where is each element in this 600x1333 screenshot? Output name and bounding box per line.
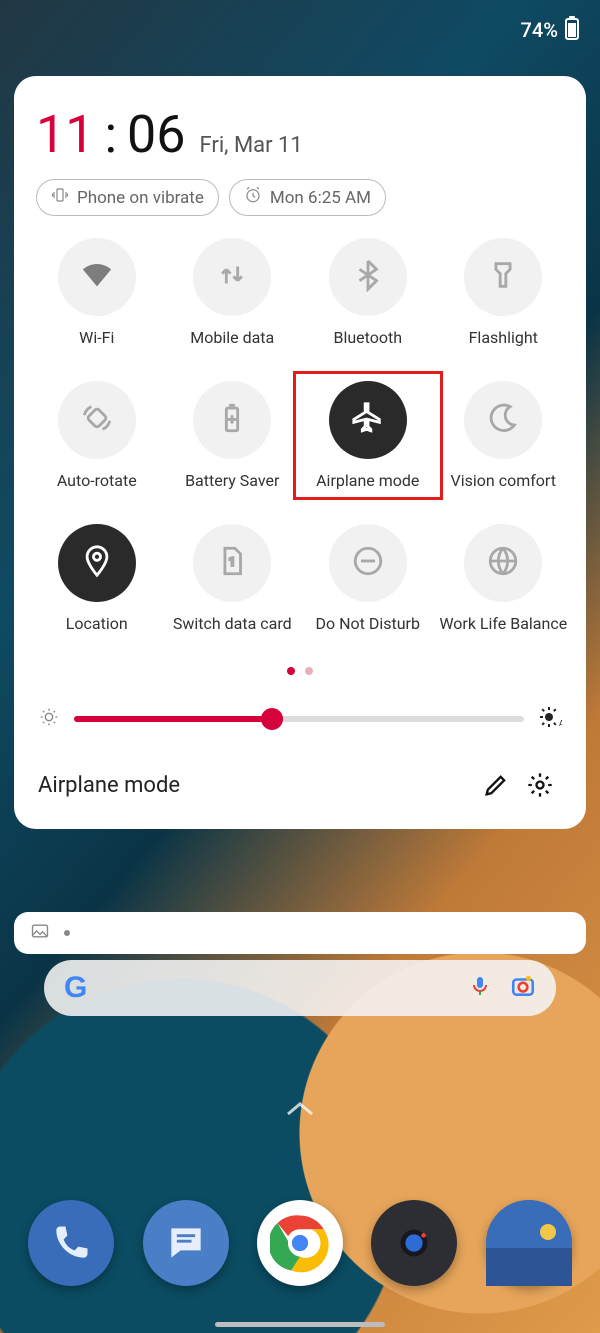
tile-battery-saver[interactable]: Battery Saver (168, 381, 298, 490)
dock (0, 1183, 600, 1303)
tile-label: Battery Saver (185, 471, 279, 490)
tile-flashlight[interactable]: Flashlight (439, 238, 569, 347)
vibrate-icon (51, 186, 69, 209)
phone-app[interactable] (28, 1200, 114, 1286)
tiles-grid: Wi-Fi Mobile data Bluetooth Flashlight (32, 238, 568, 633)
edit-button[interactable] (474, 763, 518, 807)
tile-label: Work Life Balance (439, 614, 567, 633)
brightness-row: A (32, 705, 568, 733)
tile-label: Airplane mode (316, 471, 419, 490)
flashlight-icon (486, 258, 520, 296)
battery-icon (564, 16, 580, 45)
tile-vision-comfort[interactable]: Vision comfort (439, 381, 569, 490)
tile-label: Bluetooth (333, 328, 402, 347)
google-logo-icon: G (64, 971, 87, 1005)
mic-icon[interactable] (468, 974, 492, 1002)
lens-icon[interactable] (510, 973, 536, 1003)
drawer-handle-icon[interactable] (286, 1102, 314, 1122)
tile-label: Flashlight (469, 328, 538, 347)
tile-work-life-balance[interactable]: Work Life Balance (439, 524, 569, 633)
auto-rotate-icon (80, 401, 114, 439)
tile-label: Vision comfort (451, 471, 556, 490)
location-icon (80, 544, 114, 582)
tile-wifi[interactable]: Wi-Fi (32, 238, 162, 347)
gesture-bar[interactable] (215, 1322, 385, 1327)
tile-auto-rotate[interactable]: Auto-rotate (32, 381, 162, 490)
image-icon (30, 921, 50, 945)
battery-percentage: 74% (521, 18, 558, 42)
brightness-slider[interactable] (74, 716, 524, 722)
svg-text:A: A (559, 719, 562, 728)
vibrate-label: Phone on vibrate (77, 188, 204, 208)
tile-do-not-disturb[interactable]: Do Not Disturb (303, 524, 433, 633)
tile-label: Auto-rotate (57, 471, 137, 490)
moon-icon (486, 401, 520, 439)
settings-button[interactable] (518, 763, 562, 807)
brightness-low-icon (38, 706, 60, 732)
camera-app[interactable] (371, 1200, 457, 1286)
status-chips: Phone on vibrate Mon 6:25 AM (32, 179, 568, 216)
svg-text:1: 1 (229, 554, 235, 568)
globe-icon (486, 544, 520, 582)
dnd-icon (351, 544, 385, 582)
slider-thumb[interactable] (261, 708, 283, 730)
alarm-icon (244, 186, 262, 209)
slider-fill (74, 716, 272, 722)
google-search-bar[interactable]: G (44, 960, 556, 1016)
tile-label: Wi-Fi (79, 328, 114, 347)
clock-min: 06 (127, 104, 185, 165)
page-dot (287, 667, 295, 675)
alarm-label: Mon 6:25 AM (270, 188, 371, 208)
tile-location[interactable]: Location (32, 524, 162, 633)
vibrate-chip[interactable]: Phone on vibrate (36, 179, 219, 216)
sim-icon: 1 (215, 544, 249, 582)
tile-bluetooth[interactable]: Bluetooth (303, 238, 433, 347)
panel-footer: Airplane mode (32, 763, 568, 807)
wifi-icon (80, 258, 114, 296)
brightness-auto-icon[interactable]: A (538, 705, 562, 733)
tile-label: Location (66, 614, 128, 633)
status-bar: 74% (0, 0, 600, 60)
notification-card[interactable] (14, 912, 586, 954)
clock: 11:06 Fri, Mar 11 (32, 104, 568, 165)
tile-airplane-mode[interactable]: Airplane mode (303, 381, 433, 490)
tile-label: Switch data card (173, 614, 292, 633)
alarm-chip[interactable]: Mon 6:25 AM (229, 179, 386, 216)
clock-hour: 11 (36, 104, 94, 165)
tile-label: Do Not Disturb (316, 614, 420, 633)
clock-date: Fri, Mar 11 (200, 133, 303, 158)
footer-title: Airplane mode (38, 773, 474, 798)
quick-settings-panel: 11:06 Fri, Mar 11 Phone on vibrate Mon 6… (14, 76, 586, 829)
messages-app[interactable] (143, 1200, 229, 1286)
airplane-icon (351, 401, 385, 439)
page-indicator (32, 667, 568, 675)
bluetooth-icon (351, 258, 385, 296)
tile-label: Mobile data (190, 328, 274, 347)
gallery-app[interactable] (486, 1200, 572, 1286)
page-dot (305, 667, 313, 675)
tile-mobile-data[interactable]: Mobile data (168, 238, 298, 347)
mobile-data-icon (215, 258, 249, 296)
chrome-app[interactable] (257, 1200, 343, 1286)
tile-switch-data-card[interactable]: 1 Switch data card (168, 524, 298, 633)
battery-saver-icon (215, 401, 249, 439)
dot-icon (64, 930, 70, 936)
